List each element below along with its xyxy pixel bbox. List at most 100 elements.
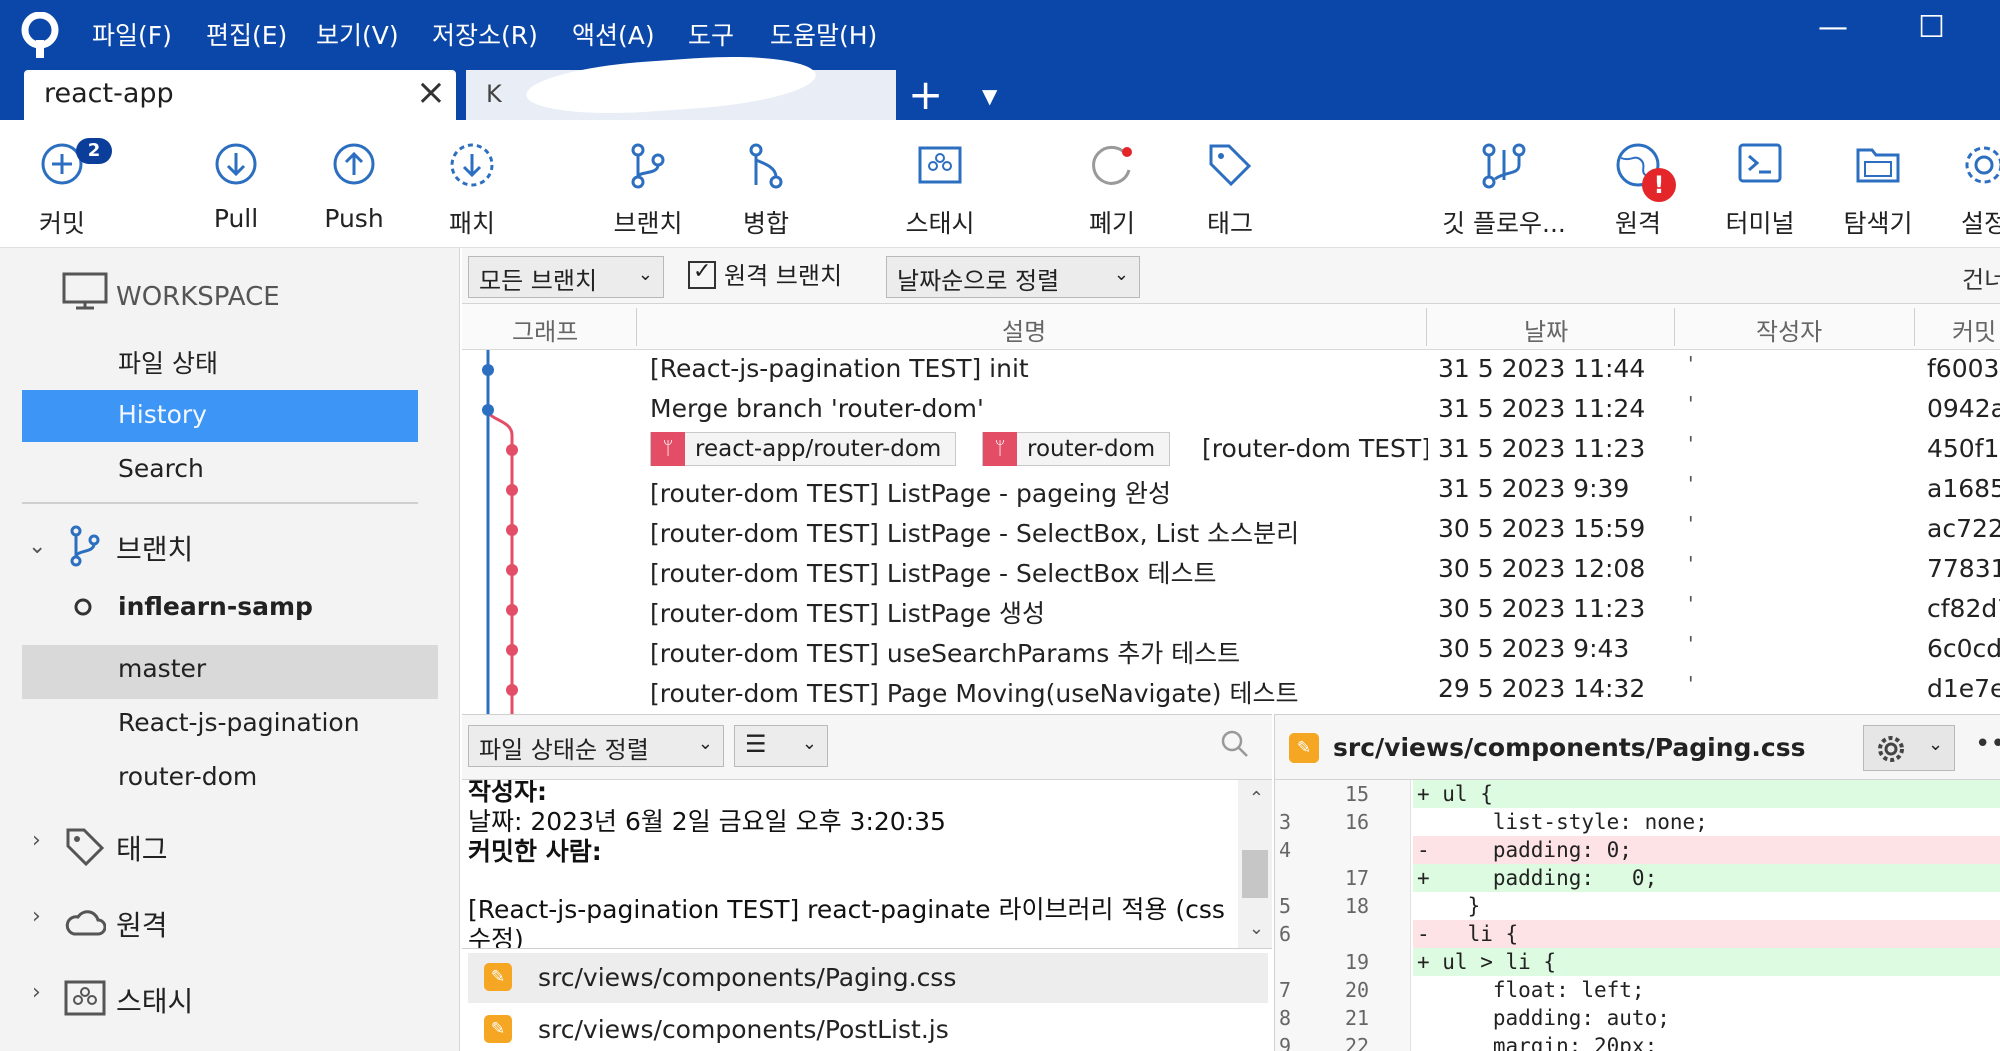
commit-row[interactable]: [router-dom TEST] useSearchParams 추가 테스트… <box>462 630 2000 670</box>
branch-tag-remote-router-dom[interactable]: ᛘ react-app/router-dom <box>650 432 957 466</box>
menu-tools[interactable]: 도구 <box>688 16 734 52</box>
diff-code: - li { <box>1413 920 2000 948</box>
discard-button[interactable]: 폐기 <box>1072 120 1152 248</box>
tags-heading[interactable]: 태그 <box>116 828 168 868</box>
terminal-button[interactable]: 터미널 <box>1712 120 1808 248</box>
view-mode-dropdown[interactable]: ☰ ⌄ <box>734 725 828 767</box>
sidebar-item-search[interactable]: Search <box>118 454 204 483</box>
menu-view[interactable]: 보기(V) <box>316 16 399 52</box>
branch-filter-dropdown[interactable]: 모든 브랜치 ⌄ <box>468 256 664 298</box>
remotes-heading[interactable]: 원격 <box>116 904 168 944</box>
merge-button[interactable]: 병합 <box>716 120 816 248</box>
scrollbar[interactable]: ⌃ ⌄ <box>1238 780 1272 948</box>
chevron-right-icon[interactable]: › <box>32 904 41 929</box>
column-date[interactable]: 날짜 <box>1524 312 1568 347</box>
commit-row[interactable]: [router-dom TEST] ListPage 생성 30 5 2023 … <box>462 590 2000 630</box>
commit-hash: 0942ae <box>1927 394 2000 423</box>
branch-button[interactable]: 브랜치 <box>598 120 698 248</box>
minimize-icon[interactable]: — <box>1818 10 1848 45</box>
commit-row[interactable]: [router-dom TEST] ListPage - SelectBox, … <box>462 510 2000 550</box>
chevron-right-icon[interactable]: › <box>32 980 41 1005</box>
file-row[interactable]: ✎ src/views/components/PostList.js <box>468 1005 1268 1051</box>
search-icon[interactable] <box>1220 729 1250 759</box>
tab-label: K <box>486 80 502 108</box>
menu-repository[interactable]: 저장소(R) <box>432 16 538 52</box>
column-divider[interactable] <box>636 308 637 346</box>
commit-author: ' <box>1688 632 1694 656</box>
commit-row[interactable]: [router-dom TEST] ListPage - SelectBox 테… <box>462 550 2000 590</box>
push-button[interactable]: Push <box>314 120 394 248</box>
commit-date: 31 5 2023 11:24 <box>1438 394 1646 423</box>
branch-item-inflearn-samp[interactable]: inflearn-samp <box>118 592 313 621</box>
add-tab-icon[interactable]: + <box>908 70 943 119</box>
chevron-down-icon[interactable]: ▼ <box>982 84 997 108</box>
sidebar-item-file-status[interactable]: 파일 상태 <box>118 344 218 380</box>
more-icon[interactable]: •• <box>1975 729 2000 759</box>
close-icon[interactable]: × <box>416 72 446 113</box>
branch-item-react-js-pagination[interactable]: React-js-pagination <box>118 708 360 737</box>
old-line-number: 7 <box>1279 978 1292 1002</box>
commit-row[interactable]: [router-dom TEST] Page Moving(useNavigat… <box>462 670 2000 710</box>
sidebar-item-history[interactable] <box>22 390 418 442</box>
pull-icon <box>215 143 257 185</box>
patch-button[interactable]: 패치 <box>432 120 512 248</box>
file-row[interactable]: ✎ src/views/components/Paging.css <box>468 953 1268 1003</box>
column-divider[interactable] <box>1914 308 1915 346</box>
branches-heading[interactable]: 브랜치 <box>116 528 193 568</box>
menu-edit[interactable]: 편집(E) <box>206 16 287 52</box>
commit-author: ' <box>1688 672 1694 696</box>
column-graph[interactable]: 그래프 <box>512 312 578 347</box>
branch-icon <box>70 525 100 567</box>
sidebar-item-history-label: History <box>118 400 207 429</box>
column-description[interactable]: 설명 <box>1002 312 1046 347</box>
gitflow-icon <box>1482 143 1526 189</box>
settings-button[interactable]: 설정 <box>1944 120 2000 248</box>
commit-author: ' <box>1688 552 1694 576</box>
remote-alert-badge: ! <box>1642 168 1676 202</box>
changed-files-list: ✎ src/views/components/Paging.css ✎ src/… <box>462 948 1272 1051</box>
tab-other-repo[interactable]: K <box>466 49 896 121</box>
stashes-heading[interactable]: 스태시 <box>116 980 193 1020</box>
chevron-down-icon[interactable]: ⌄ <box>28 534 46 559</box>
title-bar: 파일(F) 편집(E) 보기(V) 저장소(R) 액션(A) 도구 도움말(H)… <box>0 0 2000 121</box>
file-sort-label: 파일 상태순 정렬 <box>479 736 649 764</box>
branch-item-router-dom[interactable]: router-dom <box>118 762 257 791</box>
menu-actions[interactable]: 액션(A) <box>572 16 655 52</box>
branch-tag-router-dom[interactable]: ᛘ router-dom <box>982 432 1171 466</box>
column-author[interactable]: 작성자 <box>1756 312 1822 347</box>
menu-help[interactable]: 도움말(H) <box>770 16 877 52</box>
branch-item-master[interactable] <box>22 645 438 699</box>
commit-date: 29 5 2023 14:32 <box>1438 674 1646 703</box>
branch-icon <box>631 143 665 189</box>
commit-row[interactable]: ᛘ react-app/router-dom ᛘ router-dom [route… <box>462 430 2000 470</box>
commit-author: ' <box>1688 512 1694 536</box>
maximize-icon[interactable]: ☐ <box>1918 10 1945 45</box>
commit-row[interactable]: [React-js-pagination TEST] init 31 5 202… <box>462 350 2000 390</box>
chevron-down-icon[interactable]: ⌄ <box>1249 918 1264 939</box>
commit-label: 커밋 <box>38 209 85 238</box>
diff-header: ✎ src/views/components/Paging.css ⌄ •• <box>1274 714 2000 780</box>
explorer-button[interactable]: 탐색기 <box>1830 120 1926 248</box>
commit-row[interactable]: [router-dom TEST] ListPage - pageing 완성 … <box>462 470 2000 510</box>
column-commit[interactable]: 커밋 <box>1952 312 1996 347</box>
diff-options-dropdown[interactable]: ⌄ <box>1863 725 1955 771</box>
remote-branches-checkbox[interactable]: 원격 브랜치 <box>688 256 842 291</box>
file-sort-dropdown[interactable]: 파일 상태순 정렬 ⌄ <box>468 725 724 767</box>
skip-label[interactable]: 건너 <box>1962 260 2000 295</box>
stash-button[interactable]: 스태시 <box>880 120 1000 248</box>
column-divider[interactable] <box>1426 308 1427 346</box>
branch-icon: ᛘ <box>983 432 1017 466</box>
explorer-label: 탐색기 <box>1843 209 1913 238</box>
chevron-up-icon[interactable]: ⌃ <box>1249 788 1264 809</box>
chevron-right-icon[interactable]: › <box>32 828 41 853</box>
commit-row[interactable]: Merge branch 'router-dom' 31 5 2023 11:2… <box>462 390 2000 430</box>
tag-button[interactable]: 태그 <box>1190 120 1270 248</box>
sort-dropdown[interactable]: 날짜순으로 정렬 ⌄ <box>886 256 1140 298</box>
tab-react-app[interactable]: react-app × <box>24 70 456 120</box>
column-divider[interactable] <box>1674 308 1675 346</box>
gitflow-button[interactable]: 깃 플로우... <box>1434 120 1574 248</box>
menu-file[interactable]: 파일(F) <box>92 16 172 52</box>
discard-icon <box>1092 145 1132 185</box>
scrollbar-thumb[interactable] <box>1242 850 1268 898</box>
pull-button[interactable]: Pull <box>196 120 276 248</box>
